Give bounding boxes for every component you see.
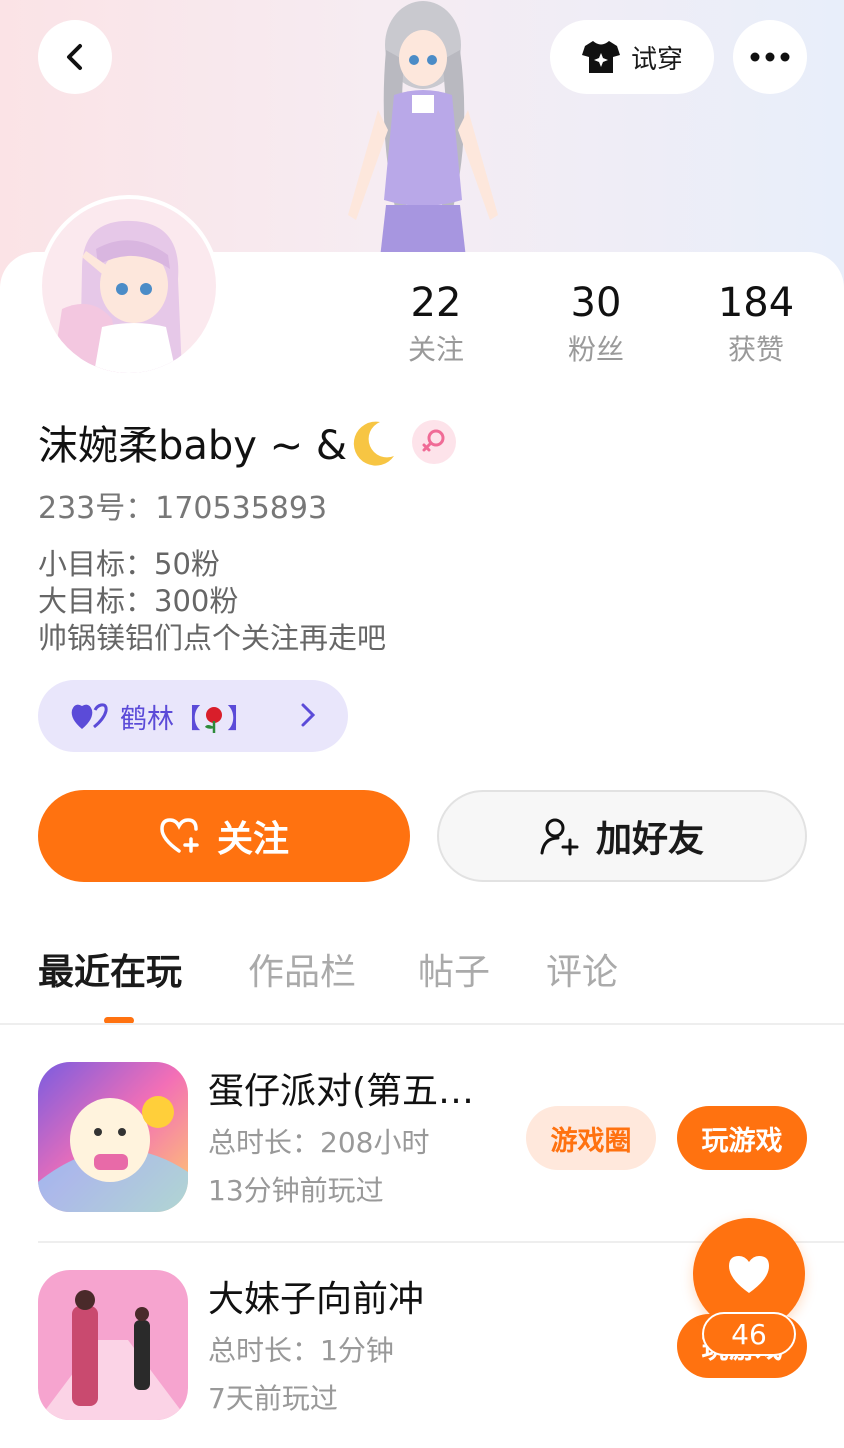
- more-dots-icon: [750, 52, 790, 62]
- crescent-moon-icon: [353, 421, 394, 466]
- avatar-3d-figure: [348, 1, 498, 258]
- game-icon-dameizi[interactable]: [38, 1270, 188, 1420]
- try-on-button[interactable]: 试穿: [550, 20, 714, 94]
- group-name: 鹤林【 】: [120, 703, 254, 735]
- more-button[interactable]: [733, 20, 807, 94]
- game-icon-eggy-party[interactable]: [38, 1062, 188, 1212]
- tshirt-sparkle-icon: [581, 41, 620, 73]
- bio-line: 帅锅镁铝们点个关注再走吧: [38, 621, 387, 655]
- add-friend-button[interactable]: 加好友: [437, 790, 807, 882]
- back-button[interactable]: [38, 20, 112, 94]
- gender-badge: [412, 420, 456, 464]
- divider: [0, 1023, 844, 1025]
- add-user-icon: [540, 818, 579, 856]
- game-last-played: 13分钟前玩过: [208, 1174, 384, 1207]
- tab-recent-played[interactable]: 最近在玩: [38, 948, 182, 998]
- game-icon-image: [38, 1270, 188, 1420]
- stat-followers-value: 30: [570, 280, 622, 326]
- stat-following[interactable]: 22 关注: [366, 278, 506, 372]
- stat-followers[interactable]: 30 粉丝: [526, 278, 666, 372]
- stat-likes-value: 184: [717, 280, 795, 326]
- play-game-button[interactable]: 玩游戏: [677, 1106, 807, 1170]
- stat-likes-label: 获赞: [727, 333, 784, 366]
- stat-following-label: 关注: [407, 333, 464, 366]
- stat-following-value: 22: [410, 280, 462, 326]
- heart-pair-icon: [71, 703, 108, 729]
- game-last-played: 7天前玩过: [208, 1382, 338, 1415]
- chevron-left-icon: [67, 44, 82, 70]
- group-link[interactable]: 鹤林【 】: [38, 680, 348, 752]
- heart-icon: [729, 1256, 769, 1293]
- user-id: 233号：170535893: [38, 491, 328, 526]
- rose-icon: [205, 706, 222, 733]
- bio-line: 小目标：50粉: [38, 547, 220, 581]
- avatar-image: [42, 199, 216, 373]
- tab-works[interactable]: 作品栏: [248, 948, 356, 998]
- follow-button[interactable]: 关注: [38, 790, 410, 882]
- chevron-right-icon: [301, 703, 316, 727]
- game-row[interactable]: 蛋仔派对(第五… 总时长：208小时 13分钟前玩过 游戏圈 玩游戏: [0, 1040, 844, 1230]
- bio: 小目标：50粉 大目标：300粉 帅锅镁铝们点个关注再走吧: [38, 546, 386, 657]
- tab-comments[interactable]: 评论: [546, 948, 618, 998]
- game-duration: 总时长：208小时: [208, 1126, 430, 1159]
- add-friend-label: 加好友: [595, 819, 704, 860]
- nickname: 沫婉柔baby ~ &: [38, 423, 348, 469]
- heart-plus-icon: [160, 818, 199, 853]
- try-on-label: 试穿: [630, 44, 683, 75]
- tab-posts[interactable]: 帖子: [418, 948, 490, 998]
- game-title: 大妹子向前冲: [208, 1279, 425, 1320]
- follow-label: 关注: [216, 819, 289, 860]
- avatar[interactable]: [38, 195, 220, 377]
- game-duration: 总时长：1分钟: [208, 1334, 394, 1367]
- stat-likes[interactable]: 184 获赞: [686, 278, 826, 372]
- female-icon: [421, 429, 445, 456]
- bio-line: 大目标：300粉: [38, 584, 239, 618]
- like-count: 46: [702, 1312, 796, 1356]
- game-title: 蛋仔派对(第五…: [208, 1071, 475, 1112]
- stat-followers-label: 粉丝: [567, 333, 624, 366]
- game-icon-image: [38, 1062, 188, 1212]
- game-circle-button[interactable]: 游戏圈: [526, 1106, 656, 1170]
